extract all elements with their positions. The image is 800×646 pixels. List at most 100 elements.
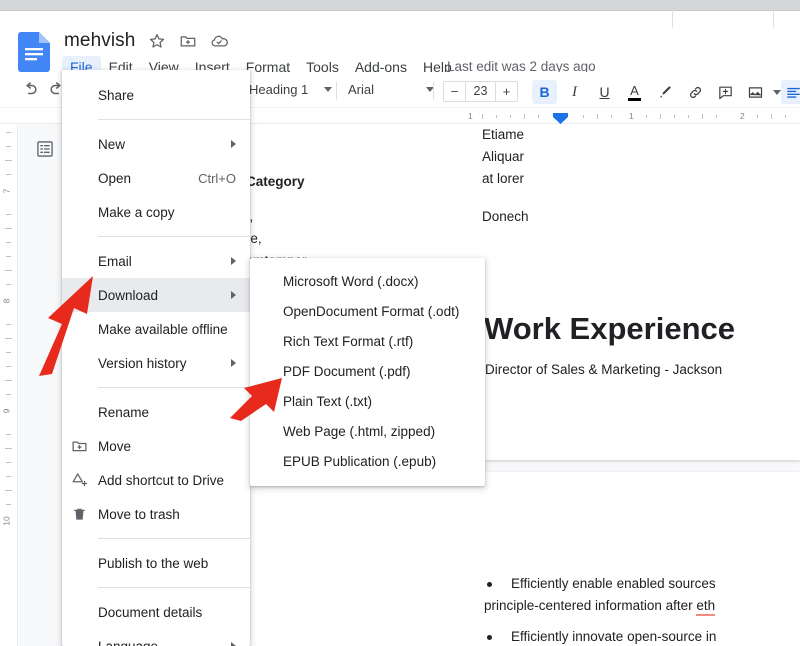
menu-item-new[interactable]: New: [62, 127, 250, 161]
section-heading: Work Experience: [484, 311, 735, 347]
hruler-num-3: 2: [740, 111, 745, 121]
menu-item-label: Email: [98, 254, 132, 269]
menu-item-make-a-copy[interactable]: Make a copy: [62, 195, 250, 229]
hruler-num-1: 1: [468, 111, 473, 121]
submenu-item-pdf-document[interactable]: PDF Document (.pdf): [250, 356, 485, 386]
spellcheck-underline: eth: [696, 598, 715, 616]
menu-item-move[interactable]: Move: [62, 429, 250, 463]
menu-divider: [98, 587, 250, 588]
menu-divider: [98, 236, 250, 237]
bullet-dot: [487, 635, 492, 640]
font-family-dropdown[interactable]: Arial: [348, 82, 434, 97]
bullet-1-line-2: principle-centered information after eth: [484, 598, 715, 616]
submenu-item-web-page[interactable]: Web Page (.html, zipped): [250, 416, 485, 446]
vruler-num-9: 9: [1, 409, 11, 414]
vruler-num-8: 8: [1, 299, 11, 304]
menu-item-label: Document details: [98, 605, 202, 620]
move-folder-icon: [71, 438, 88, 455]
submenu-item-label: PDF Document (.pdf): [283, 364, 411, 379]
download-submenu-popup[interactable]: Microsoft Word (.docx) OpenDocument Form…: [250, 258, 485, 486]
star-icon[interactable]: [148, 32, 166, 50]
vruler-num-10: 10: [2, 516, 12, 525]
font-size-input[interactable]: 23: [465, 82, 496, 101]
submenu-item-label: EPUB Publication (.epub): [283, 454, 436, 469]
move-to-folder-icon[interactable]: [179, 32, 197, 50]
menu-item-label: Make a copy: [98, 205, 175, 220]
menu-divider: [98, 538, 250, 539]
menu-item-open[interactable]: Open Ctrl+O: [62, 161, 250, 195]
menu-item-label: Download: [98, 288, 158, 303]
page-title[interactable]: mehvish: [64, 30, 135, 52]
toolbar-divider: [672, 10, 673, 28]
job-title-line: Director of Sales & Marketing - Jackson: [485, 362, 722, 377]
submenu-item-epub-publication[interactable]: EPUB Publication (.epub): [250, 446, 485, 476]
submenu-arrow-icon: [231, 257, 236, 265]
bullet-2-line-1: Efficiently innovate open-source in: [511, 629, 716, 644]
menu-item-label: Publish to the web: [98, 556, 208, 571]
submenu-item-plain-text[interactable]: Plain Text (.txt): [250, 386, 485, 416]
text-color-button[interactable]: A: [622, 80, 647, 104]
menu-item-download[interactable]: Download: [62, 278, 250, 312]
insert-image-icon[interactable]: [743, 80, 768, 104]
text-color-label: A: [630, 84, 639, 97]
menu-item-label: Add shortcut to Drive: [98, 473, 224, 488]
paragraph-style-dropdown[interactable]: Heading 1: [249, 82, 332, 97]
document-outline-icon[interactable]: [32, 136, 58, 162]
menu-item-label: Move to trash: [98, 507, 180, 522]
bullet-dot: [487, 582, 492, 587]
font-size-decrease-button[interactable]: −: [444, 82, 465, 101]
submenu-item-microsoft-word[interactable]: Microsoft Word (.docx): [250, 266, 485, 296]
submenu-arrow-icon: [231, 140, 236, 148]
underline-button[interactable]: U: [592, 80, 617, 104]
bold-button[interactable]: B: [532, 80, 557, 104]
submenu-item-label: Plain Text (.txt): [283, 394, 372, 409]
menu-item-label: Make available offline: [98, 322, 228, 337]
undo-icon[interactable]: [20, 80, 39, 104]
menu-item-label: Move: [98, 439, 131, 454]
file-menu-popup[interactable]: Share New Open Ctrl+O Make a copy Email …: [62, 70, 250, 646]
font-size-increase-button[interactable]: +: [496, 82, 517, 101]
align-left-icon[interactable]: [781, 80, 800, 104]
menu-item-label: New: [98, 137, 125, 152]
menu-divider: [98, 119, 250, 120]
font-size-stepper[interactable]: − 23 +: [443, 81, 518, 102]
menu-item-rename[interactable]: Rename: [62, 395, 250, 429]
add-shortcut-icon: [71, 472, 88, 489]
add-comment-icon[interactable]: [713, 80, 738, 104]
menu-item-share[interactable]: Share: [62, 78, 250, 112]
indent-marker[interactable]: [553, 111, 568, 121]
google-docs-window: mehvish File Edit: [0, 0, 800, 646]
menu-item-version-history[interactable]: Version history: [62, 346, 250, 380]
list-item: Efficiently innovate open-source in: [511, 626, 716, 646]
vertical-ruler[interactable]: 7 8 9 10: [0, 124, 18, 646]
highlight-pen-icon[interactable]: [652, 80, 677, 104]
insert-link-icon[interactable]: [683, 80, 708, 104]
submenu-item-opendocument-format[interactable]: OpenDocument Format (.odt): [250, 296, 485, 326]
menu-item-shortcut: Ctrl+O: [198, 171, 236, 186]
submenu-item-label: Rich Text Format (.rtf): [283, 334, 413, 349]
menu-item-make-available-offline[interactable]: Make available offline: [62, 312, 250, 346]
menu-item-language[interactable]: Language: [62, 629, 250, 646]
menu-item-move-to-trash[interactable]: Move to trash: [62, 497, 250, 531]
toolbar-divider: [336, 82, 337, 100]
menu-item-label: Open: [98, 171, 131, 186]
menu-item-add-shortcut-to-drive[interactable]: Add shortcut to Drive: [62, 463, 250, 497]
menu-item-email[interactable]: Email: [62, 244, 250, 278]
menu-item-label: Rename: [98, 405, 149, 420]
image-options-chevron-down-icon[interactable]: [773, 90, 781, 95]
submenu-arrow-icon: [231, 642, 236, 646]
submenu-item-label: Microsoft Word (.docx): [283, 274, 419, 289]
text-color-swatch: [628, 98, 641, 101]
submenu-item-rich-text-format[interactable]: Rich Text Format (.rtf): [250, 326, 485, 356]
docs-header: mehvish File Edit: [0, 12, 800, 70]
menu-item-document-details[interactable]: Document details: [62, 595, 250, 629]
italic-button[interactable]: I: [562, 80, 587, 104]
trash-icon: [71, 506, 88, 523]
submenu-arrow-icon: [231, 291, 236, 299]
hruler-num-2: 1: [629, 111, 634, 121]
paragraph-align-group: [781, 80, 800, 104]
menu-divider: [98, 387, 250, 388]
menu-item-publish-to-the-web[interactable]: Publish to the web: [62, 546, 250, 580]
google-docs-icon: [18, 32, 50, 72]
cloud-saved-icon[interactable]: [210, 32, 228, 50]
